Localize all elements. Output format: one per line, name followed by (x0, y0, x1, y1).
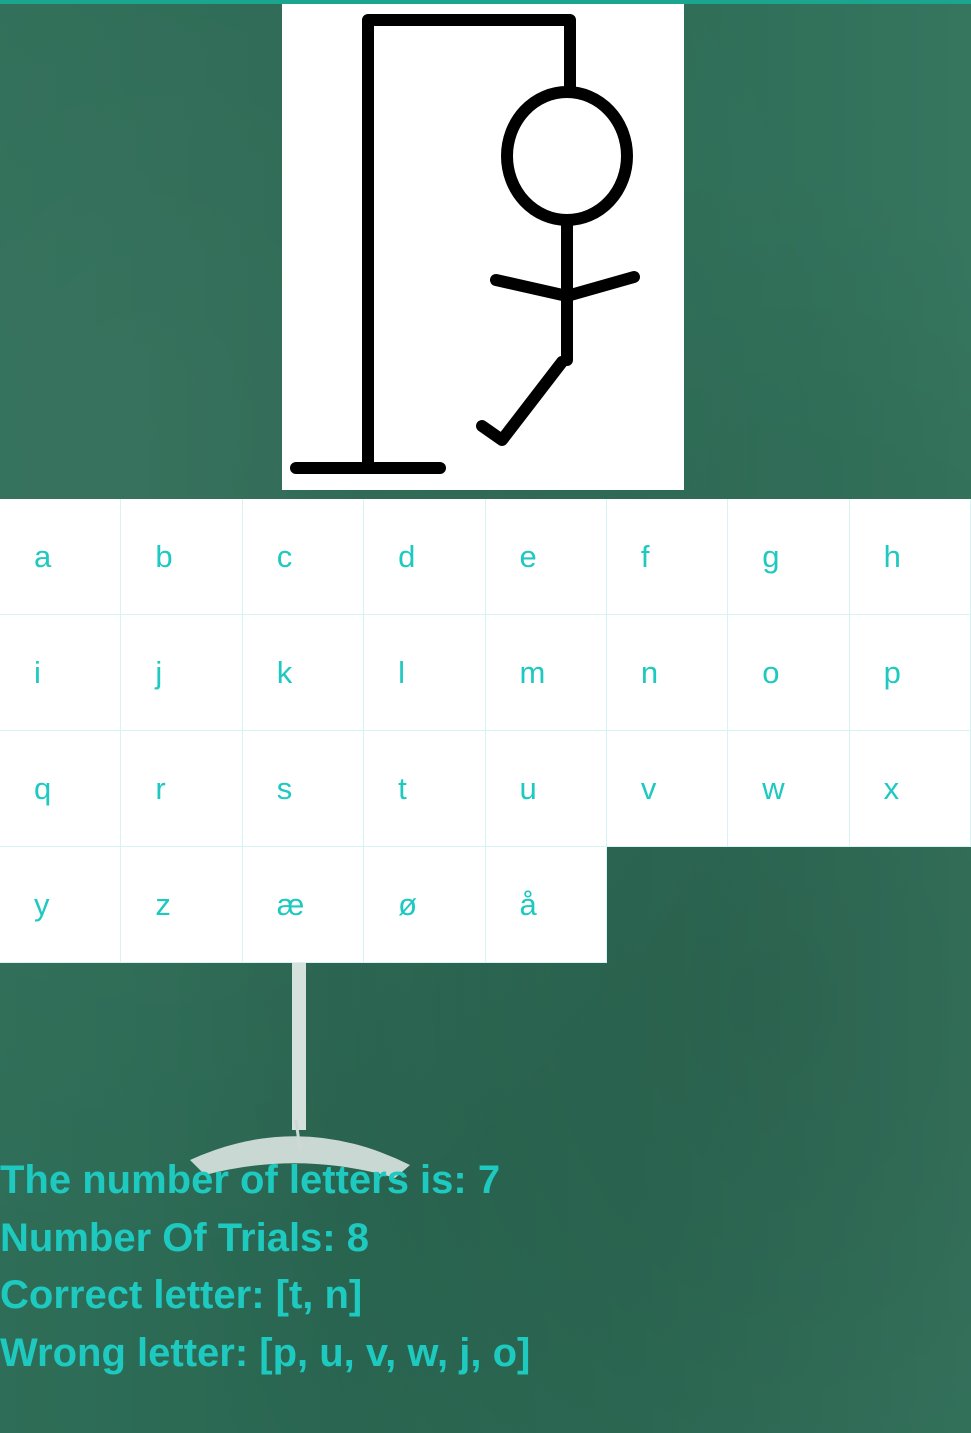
letter-key[interactable]: k (242, 615, 365, 731)
wrong-letters-text: Wrong letter: [p, u, v, w, j, o] (0, 1330, 531, 1375)
letter-key[interactable]: e (485, 499, 607, 615)
letter-key[interactable]: g (728, 499, 850, 615)
letter-key[interactable]: y (0, 847, 122, 963)
letter-key[interactable]: n (606, 615, 729, 731)
trials-count-text: Number Of Trials: 8 (0, 1215, 369, 1260)
letter-keyboard: abcdefgh ijklmnop qrstuvwx yzæøå (0, 499, 971, 963)
letter-key[interactable]: i (0, 615, 122, 731)
letter-key[interactable]: ø (364, 847, 486, 963)
hangman-figure-icon (290, 14, 640, 474)
letter-count-text: The number of letters is: 7 (0, 1158, 501, 1202)
letter-key[interactable]: x (849, 731, 971, 847)
hangman-drawing-panel (282, 4, 684, 490)
letter-key[interactable]: s (242, 731, 365, 847)
game-status-panel: The number of letters is: 7 Number Of Tr… (0, 1152, 530, 1382)
letter-key[interactable]: æ (242, 847, 365, 963)
letter-key[interactable]: r (121, 731, 243, 847)
letter-key[interactable]: p (849, 615, 971, 731)
letter-key[interactable]: d (364, 499, 486, 615)
letter-key[interactable]: a (0, 499, 122, 615)
letter-key[interactable]: c (242, 499, 365, 615)
letter-key[interactable]: w (728, 731, 850, 847)
letter-key[interactable]: l (364, 615, 486, 731)
letter-key[interactable]: t (364, 731, 486, 847)
letter-key[interactable]: o (728, 615, 850, 731)
letter-key[interactable]: f (606, 499, 729, 615)
letter-key[interactable]: h (849, 499, 971, 615)
letter-key[interactable]: å (485, 847, 607, 963)
letter-key[interactable]: b (121, 499, 243, 615)
correct-letters-text: Correct letter: [t, n] (0, 1273, 363, 1317)
letter-key[interactable]: v (606, 731, 729, 847)
letter-key[interactable]: m (485, 615, 607, 731)
letter-key[interactable]: z (121, 847, 243, 963)
letter-key[interactable]: q (0, 731, 122, 847)
letter-key[interactable]: j (121, 615, 243, 731)
letter-key[interactable]: u (485, 731, 607, 847)
